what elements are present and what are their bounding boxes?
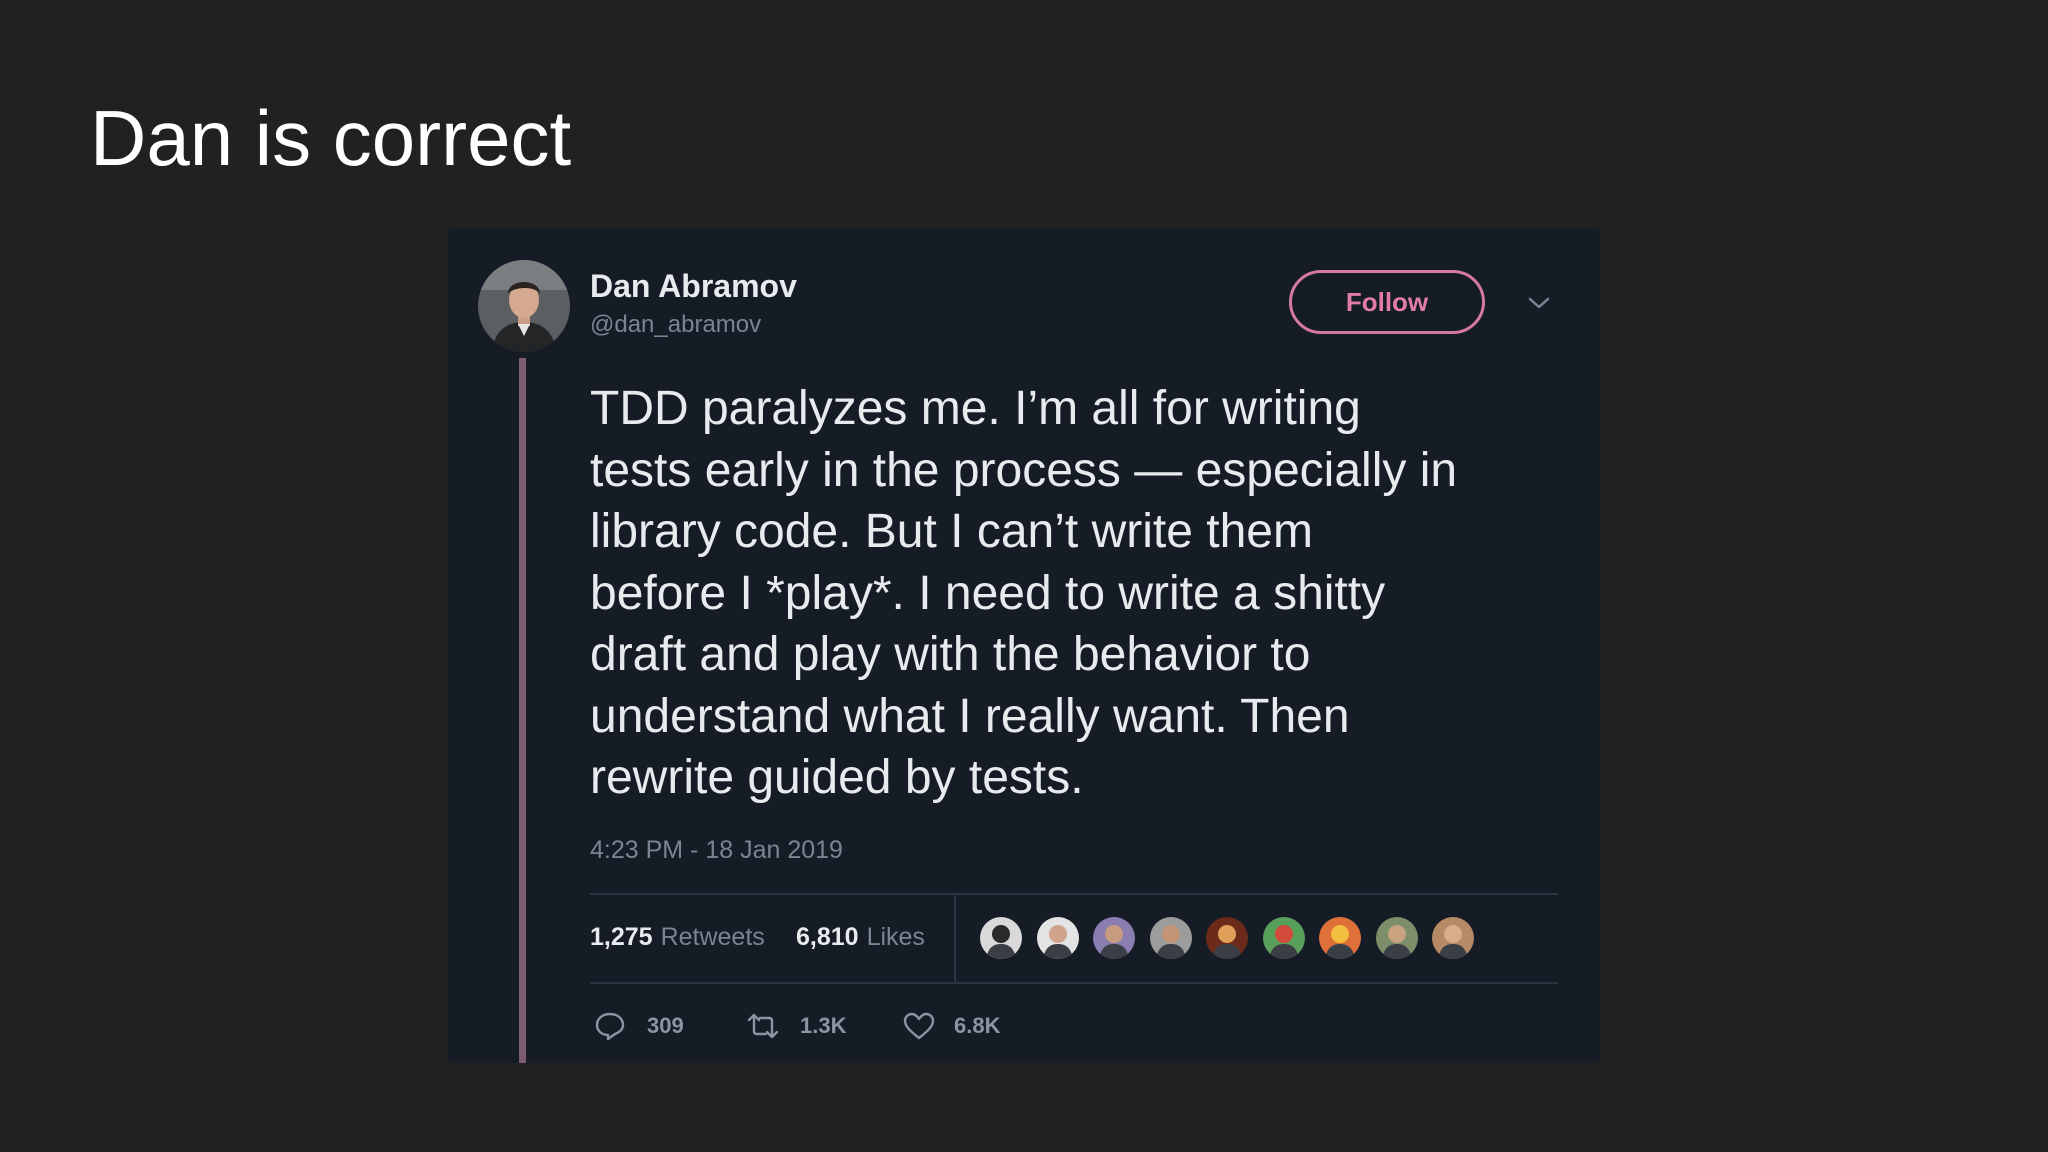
retweets-label: Retweets [660, 923, 765, 951]
stats-divider [954, 895, 956, 982]
reply-icon [595, 1012, 625, 1041]
slide-title: Dan is correct [90, 94, 572, 182]
liker-avatar[interactable] [1373, 914, 1421, 962]
heart-icon [903, 1012, 935, 1040]
liker-avatar[interactable] [1147, 914, 1195, 962]
liker-avatar[interactable] [1316, 914, 1364, 962]
retweet-count: 1.3K [800, 1013, 847, 1038]
liker-avatar[interactable] [1429, 914, 1477, 962]
reply-count: 309 [647, 1013, 684, 1038]
reply-action[interactable]: 309 [593, 1008, 703, 1044]
divider [590, 893, 1558, 895]
likes-stat[interactable]: 6,810 Likes [796, 921, 925, 953]
tweet-text-line: library code. But I can’t write them [590, 505, 1313, 558]
follow-button[interactable]: Follow [1289, 270, 1485, 334]
likes-label: Likes [866, 923, 925, 951]
likes-count: 6,810 [796, 923, 859, 951]
divider [590, 982, 1558, 984]
author-name[interactable]: Dan Abramov [590, 266, 797, 306]
liker-avatar[interactable] [1090, 914, 1138, 962]
liker-avatar[interactable] [1203, 914, 1251, 962]
tweet-text-line: TDD paralyzes me. I’m all for writing [590, 382, 1361, 435]
like-action[interactable]: 6.8K [902, 1008, 1022, 1044]
retweets-count: 1,275 [590, 923, 653, 951]
tweet-text-line: rewrite guided by tests. [590, 751, 1084, 804]
like-count: 6.8K [954, 1013, 1001, 1038]
tweet-text-line: before I *play*. I need to write a shitt… [590, 566, 1386, 620]
liker-avatar[interactable] [1034, 914, 1082, 962]
tweet-card: Dan Abramov @dan_abramov Follow TDD para… [448, 228, 1600, 1063]
author-avatar[interactable] [478, 260, 570, 352]
thread-line [519, 358, 526, 1063]
liker-avatar[interactable] [977, 914, 1025, 962]
chevron-down-icon[interactable] [1524, 288, 1554, 318]
tweet-text: TDD paralyzes me. I’m all for writing te… [590, 378, 1590, 809]
retweet-icon [747, 1013, 779, 1039]
author-handle[interactable]: @dan_abramov [590, 310, 761, 340]
liker-avatars [977, 914, 1537, 962]
retweets-stat[interactable]: 1,275 Retweets [590, 921, 765, 953]
liker-avatar[interactable] [1260, 914, 1308, 962]
tweet-text-line: draft and play with the behavior to [590, 628, 1311, 681]
tweet-text-line: understand what I really want. Then [590, 689, 1350, 743]
tweet-text-line: tests early in the process — especially … [590, 443, 1458, 497]
retweet-action[interactable]: 1.3K [746, 1008, 866, 1044]
tweet-timestamp[interactable]: 4:23 PM - 18 Jan 2019 [590, 834, 843, 866]
